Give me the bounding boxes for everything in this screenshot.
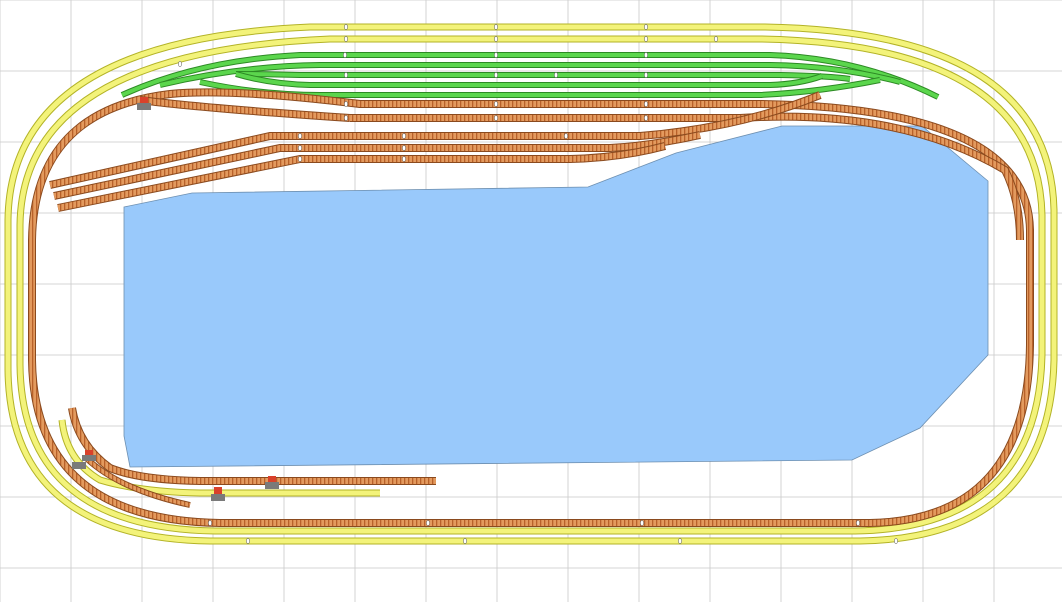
track-plan-canvas xyxy=(0,0,1062,602)
rail-joiner xyxy=(554,72,558,78)
rail-joiner xyxy=(644,36,648,42)
rail-joiner xyxy=(402,133,406,139)
rail-joiner xyxy=(644,24,648,30)
turnout-motor-lower-left-1 xyxy=(72,462,86,469)
rail-joiner xyxy=(402,145,406,151)
rail-joiner xyxy=(246,538,250,544)
rail-joiner xyxy=(426,520,430,526)
rail-joiner xyxy=(714,36,718,42)
rail-joiner xyxy=(298,156,302,162)
rail-joiner xyxy=(494,101,498,107)
rail-joiner xyxy=(856,520,860,526)
rail-joiner xyxy=(644,101,648,107)
rail-joiner xyxy=(344,36,348,42)
rail-joiner xyxy=(494,24,498,30)
rail-joiner xyxy=(344,115,348,121)
rail-joiner xyxy=(894,538,898,544)
rail-joiner xyxy=(564,133,568,139)
rail-joiner xyxy=(402,156,406,162)
rail-joiner xyxy=(494,36,498,42)
rail-joiner xyxy=(494,115,498,121)
rail-joiner xyxy=(344,101,348,107)
rail-joiner xyxy=(678,538,682,544)
rail-joiner xyxy=(298,133,302,139)
rail-joiner xyxy=(344,24,348,30)
rail-joiner xyxy=(644,52,648,58)
rail-joiner xyxy=(343,52,347,58)
water-area xyxy=(123,125,989,468)
rail-joiner xyxy=(178,61,182,67)
track-plan-drawing xyxy=(0,0,1062,602)
rail-joiner xyxy=(494,52,498,58)
rail-joiner xyxy=(644,72,648,78)
rail-joiner xyxy=(640,520,644,526)
rail-joiner xyxy=(344,72,348,78)
rail-joiner xyxy=(208,520,212,526)
rail-joiner xyxy=(298,145,302,151)
rail-joiner xyxy=(644,115,648,121)
rail-joiner xyxy=(463,538,467,544)
rail-joiner xyxy=(494,72,498,78)
